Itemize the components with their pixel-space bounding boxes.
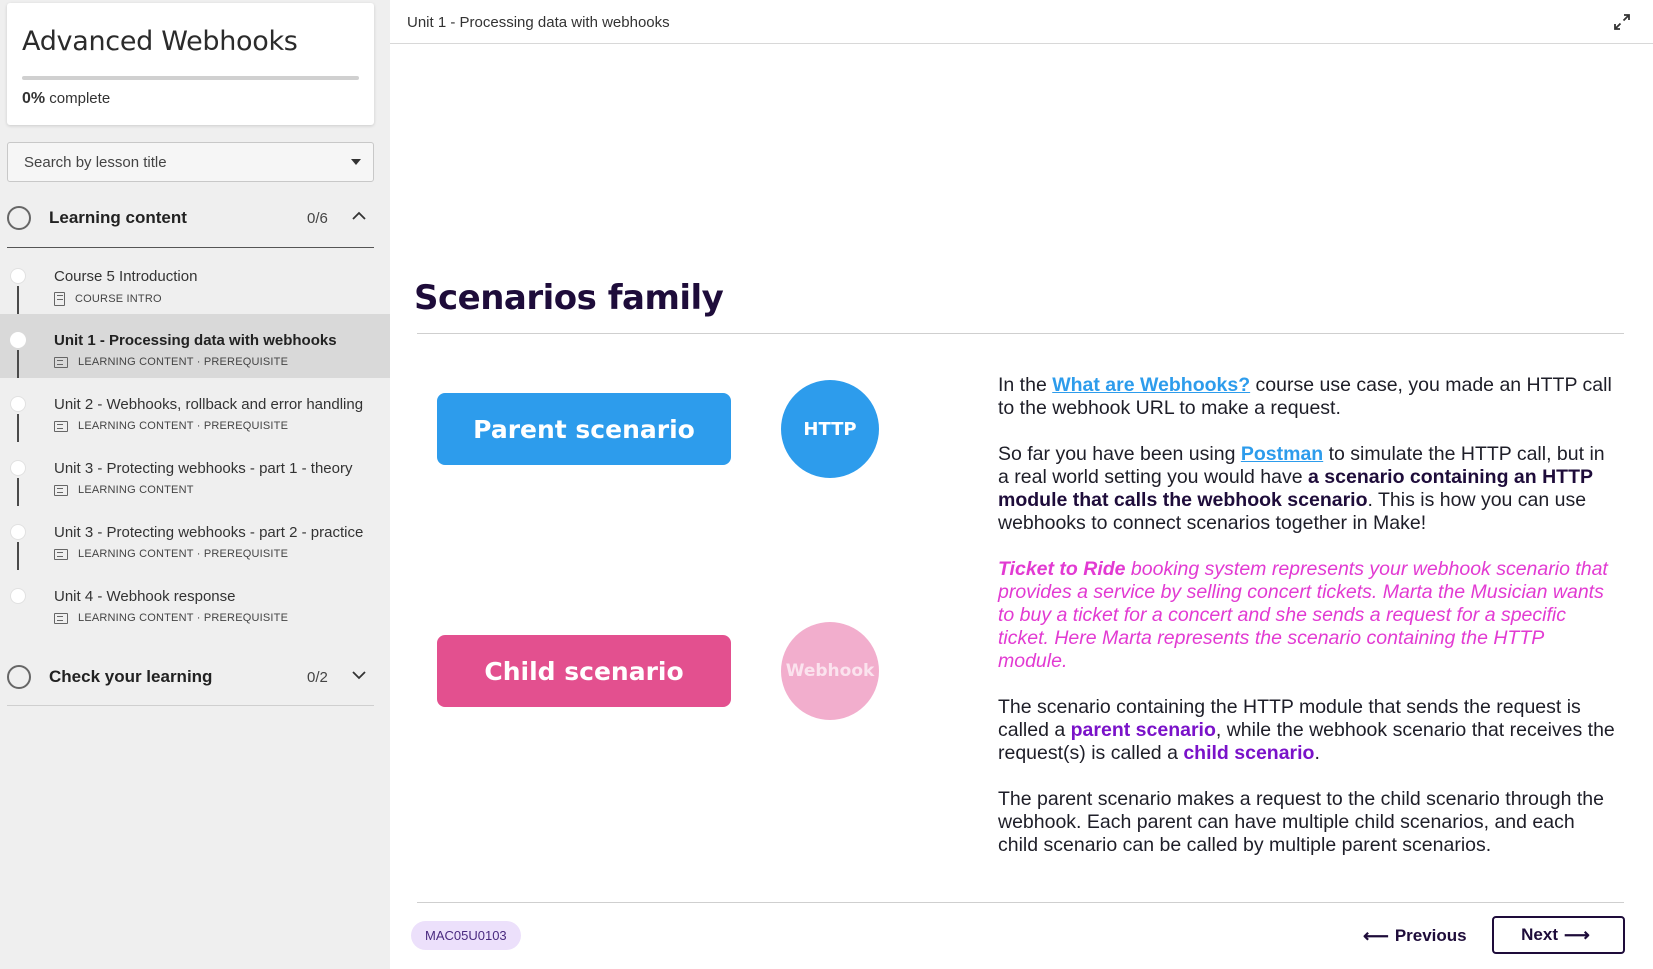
lesson-meta: LEARNING CONTENT · PREREQUISITE	[54, 420, 288, 432]
slides-icon	[54, 356, 68, 368]
lesson-title: Unit 3 - Protecting webhooks - part 1 - …	[54, 460, 353, 477]
progress-percent: 0%	[22, 90, 46, 107]
lesson-search-dropdown[interactable]: Search by lesson title	[7, 142, 374, 182]
text: So far you have been using	[998, 443, 1241, 465]
caret-down-icon	[351, 159, 361, 165]
section-count: 0/2	[307, 669, 328, 686]
slide-title: Scenarios family	[414, 278, 724, 318]
webhook-bubble: Webhook	[781, 622, 879, 720]
timeline-connector	[17, 414, 19, 442]
lesson-header: Unit 1 - Processing data with webhooks	[390, 0, 1653, 44]
lesson-item-active[interactable]: Unit 1 - Processing data with webhooks L…	[0, 314, 390, 378]
lesson-status-dot-icon	[10, 396, 26, 412]
expand-icon[interactable]	[1613, 13, 1631, 31]
next-label: Next	[1521, 925, 1559, 944]
paragraph: In the What are Webhooks? course use cas…	[998, 374, 1618, 420]
lesson-meta-text: LEARNING CONTENT	[78, 484, 194, 496]
lesson-status-dot-icon	[10, 588, 26, 604]
slide-body-text: In the What are Webhooks? course use cas…	[998, 374, 1618, 880]
previous-button[interactable]: ⟵ Previous	[1357, 921, 1467, 951]
lesson-content-panel: Unit 1 - Processing data with webhooks S…	[390, 0, 1653, 969]
lesson-status-dot-icon	[10, 460, 26, 476]
postman-link[interactable]: Postman	[1241, 443, 1323, 465]
lesson-meta-text: COURSE INTRO	[75, 293, 162, 305]
lesson-title: Unit 3 - Protecting webhooks - part 2 - …	[54, 524, 364, 541]
paragraph: The scenario containing the HTTP module …	[998, 696, 1618, 765]
timeline-connector	[17, 542, 19, 570]
lesson-title: Unit 2 - Webhooks, rollback and error ha…	[54, 396, 364, 413]
chevron-up-icon[interactable]	[352, 208, 366, 224]
lesson-meta-text: LEARNING CONTENT · PREREQUISITE	[78, 356, 289, 368]
lesson-list: Course 5 Introduction COURSE INTRO Unit …	[0, 250, 390, 634]
lesson-code-badge: MAC05U0103	[411, 921, 521, 950]
section-learning-content[interactable]: Learning content 0/6	[7, 195, 374, 248]
lesson-item[interactable]: Unit 3 - Protecting webhooks - part 2 - …	[0, 506, 390, 570]
progress-label: complete	[49, 90, 111, 107]
lesson-meta-text: LEARNING CONTENT · PREREQUISITE	[78, 420, 289, 432]
lesson-meta: LEARNING CONTENT	[54, 484, 194, 496]
course-progress-card: Advanced Webhooks 0% complete	[7, 3, 374, 125]
lesson-meta: LEARNING CONTENT · PREREQUISITE	[54, 548, 288, 560]
story-paragraph: Ticket to Ride booking system represents…	[998, 558, 1618, 673]
previous-label: Previous	[1394, 926, 1467, 945]
section-label: Learning content	[49, 208, 187, 227]
next-button[interactable]: Next ⟶	[1492, 916, 1625, 954]
lesson-item[interactable]: Unit 3 - Protecting webhooks - part 1 - …	[0, 442, 390, 506]
child-scenario-box: Child scenario	[437, 635, 731, 707]
what-are-webhooks-link[interactable]: What are Webhooks?	[1052, 374, 1250, 396]
chevron-down-icon[interactable]	[352, 667, 366, 683]
lesson-status-dot-icon	[10, 268, 26, 284]
section-status-circle-icon	[7, 665, 31, 689]
arrow-right-icon: ⟶	[1564, 924, 1590, 945]
story-emphasis: Ticket to Ride	[998, 558, 1126, 580]
http-bubble: HTTP	[781, 380, 879, 478]
paragraph: So far you have been using Postman to si…	[998, 443, 1618, 535]
search-placeholder: Search by lesson title	[24, 154, 167, 171]
term-parent-scenario: parent scenario	[1070, 719, 1216, 741]
timeline-connector	[17, 350, 19, 378]
lesson-breadcrumb: Unit 1 - Processing data with webhooks	[407, 14, 670, 31]
lesson-title: Course 5 Introduction	[54, 268, 198, 285]
lesson-item[interactable]: Course 5 Introduction COURSE INTRO	[0, 250, 390, 314]
progress-bar	[22, 76, 359, 80]
slides-icon	[54, 420, 68, 432]
section-label: Check your learning	[49, 667, 213, 686]
timeline-connector	[17, 286, 19, 314]
text: In the	[998, 374, 1053, 396]
paragraph: The parent scenario makes a request to t…	[998, 788, 1604, 856]
progress-text: 0% complete	[22, 90, 110, 108]
slides-icon	[54, 548, 68, 560]
course-sidebar: Advanced Webhooks 0% complete Search by …	[0, 0, 390, 969]
parent-scenario-box: Parent scenario	[437, 393, 731, 465]
lesson-meta-text: LEARNING CONTENT · PREREQUISITE	[78, 612, 289, 624]
lesson-title: Unit 1 - Processing data with webhooks	[54, 332, 337, 349]
text: .	[1314, 742, 1320, 764]
lesson-item[interactable]: Unit 2 - Webhooks, rollback and error ha…	[0, 378, 390, 442]
timeline-connector	[17, 478, 19, 506]
lesson-meta: COURSE INTRO	[54, 292, 162, 306]
document-icon	[54, 292, 65, 306]
slides-icon	[54, 484, 68, 496]
lesson-title: Unit 4 - Webhook response	[54, 588, 236, 605]
course-title: Advanced Webhooks	[22, 26, 298, 57]
lesson-meta: LEARNING CONTENT · PREREQUISITE	[54, 612, 288, 624]
section-status-circle-icon	[7, 206, 31, 230]
arrow-left-icon: ⟵	[1363, 925, 1389, 946]
term-child-scenario: child scenario	[1183, 742, 1315, 764]
lesson-item[interactable]: Unit 4 - Webhook response LEARNING CONTE…	[0, 570, 390, 634]
divider	[417, 902, 1624, 903]
divider	[417, 333, 1624, 334]
lesson-meta: LEARNING CONTENT · PREREQUISITE	[54, 356, 288, 368]
lesson-status-dot-icon	[10, 332, 26, 348]
lesson-status-dot-icon	[10, 524, 26, 540]
slides-icon	[54, 612, 68, 624]
lesson-meta-text: LEARNING CONTENT · PREREQUISITE	[78, 548, 289, 560]
section-check-your-learning[interactable]: Check your learning 0/2	[7, 654, 374, 706]
section-count: 0/6	[307, 210, 328, 227]
